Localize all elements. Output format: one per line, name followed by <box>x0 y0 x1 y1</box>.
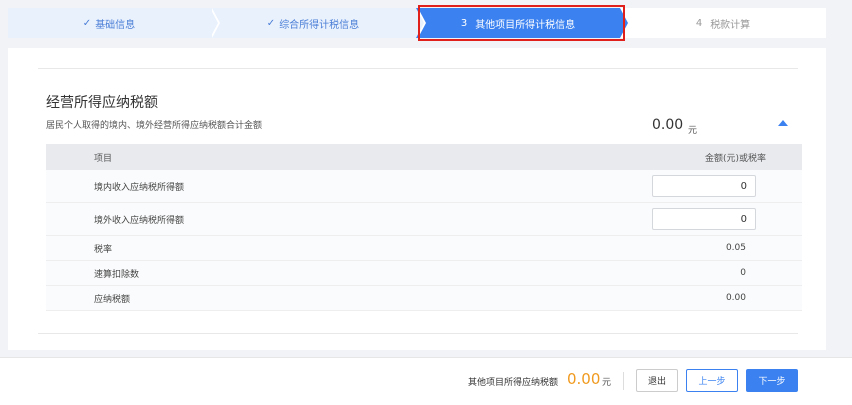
table-header: 项目 金额(元)或税率 <box>46 144 802 170</box>
row-label: 境外收入应纳税所得额 <box>94 215 185 226</box>
domestic-taxable-income-input[interactable] <box>652 175 756 197</box>
table-row: 应纳税额 0.00 <box>46 286 802 311</box>
step-label: 综合所得计税信息 <box>279 19 360 31</box>
exit-button[interactable]: 退出 <box>636 369 678 392</box>
divider <box>38 68 798 69</box>
divider <box>38 333 798 334</box>
total-unit: 元 <box>688 126 698 136</box>
step-number: 4 <box>695 17 703 29</box>
table-row: 境外收入应纳税所得额 <box>46 203 802 236</box>
divider <box>623 372 624 390</box>
footer-bar: 其他项目所得应纳税额 0.00 元 退出 上一步 下一步 <box>0 357 852 405</box>
step-label: 税款计算 <box>710 19 751 31</box>
section-title: 经营所得应纳税额 <box>46 95 158 111</box>
section-description: 居民个人取得的境内、境外经营所得应纳税额合计金额 <box>46 121 263 131</box>
footer-label: 其他项目所得应纳税额 <box>468 378 559 388</box>
step-tax-calculation[interactable]: 4 税款计算 <box>620 8 826 38</box>
tax-rate-value: 0.05 <box>725 243 746 253</box>
previous-step-button[interactable]: 上一步 <box>686 369 738 392</box>
next-step-button[interactable]: 下一步 <box>746 369 798 392</box>
table-row: 境内收入应纳税所得额 <box>46 170 802 203</box>
row-label: 境内收入应纳税所得额 <box>94 182 185 193</box>
step-comprehensive-income[interactable]: ✓ 综合所得计税信息 <box>210 8 426 38</box>
business-income-card: 经营所得应纳税额 居民个人取得的境内、境外经营所得应纳税额合计金额 0.00 元… <box>8 48 826 350</box>
row-label: 速算扣除数 <box>94 269 140 280</box>
step-number: 3 <box>460 17 468 29</box>
total-amount: 0.00 <box>652 117 684 133</box>
row-label: 税率 <box>94 244 113 255</box>
tax-table: 项目 金额(元)或税率 境内收入应纳税所得额 境外收入应纳税所得额 税率 0.0… <box>46 144 802 311</box>
tax-payable-value: 0.00 <box>725 293 746 303</box>
quick-deduction-value: 0 <box>740 268 746 278</box>
table-row: 速算扣除数 0 <box>46 261 802 286</box>
foreign-taxable-income-input[interactable] <box>652 208 756 230</box>
footer-unit: 元 <box>602 378 612 388</box>
table-row: 税率 0.05 <box>46 236 802 261</box>
check-icon: ✓ <box>82 17 92 29</box>
collapse-arrow-icon[interactable] <box>778 120 788 126</box>
check-icon: ✓ <box>266 17 276 29</box>
row-label: 应纳税额 <box>94 294 131 305</box>
step-label: 其他项目所得计税信息 <box>475 19 576 31</box>
step-other-income[interactable]: 3 其他项目所得计税信息 <box>416 8 628 38</box>
step-label: 基础信息 <box>95 19 136 31</box>
header-item: 项目 <box>94 153 113 164</box>
progress-stepper: ✓ 基础信息 ✓ 综合所得计税信息 3 其他项目所得计税信息 4 税款计算 <box>8 8 826 38</box>
step-basic-info[interactable]: ✓ 基础信息 <box>8 8 220 38</box>
footer-amount: 0.00 <box>567 370 601 388</box>
header-amount: 金额(元)或税率 <box>704 153 766 164</box>
